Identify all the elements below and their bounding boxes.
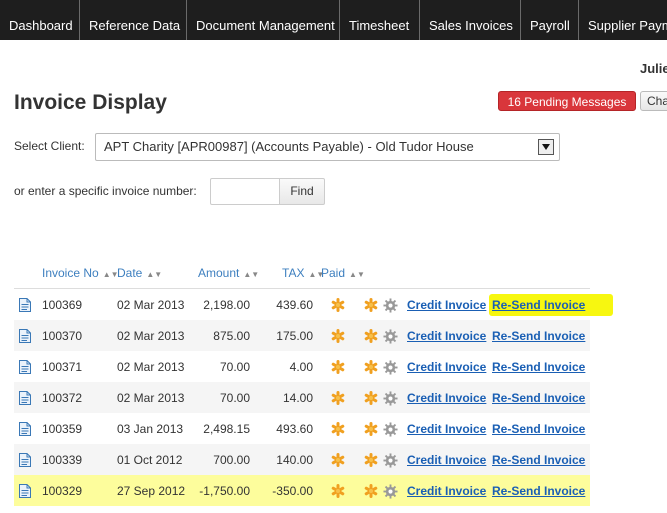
action-asterisk-icon[interactable] — [364, 298, 378, 312]
invoice-tax: 439.60 — [276, 298, 313, 312]
invoice-tax: 4.00 — [289, 360, 313, 374]
credit-invoice-link[interactable]: Credit Invoice — [407, 298, 486, 312]
paid-asterisk-icon[interactable] — [331, 298, 345, 312]
nav-payroll[interactable]: Payroll — [521, 0, 579, 40]
resend-invoice-link[interactable]: Re-Send Invoice — [492, 484, 585, 498]
nav-reference-data[interactable]: Reference Data — [80, 0, 187, 40]
nav-dashboard[interactable]: Dashboard — [0, 0, 80, 40]
credit-invoice-link[interactable]: Credit Invoice — [407, 360, 486, 374]
column-invoice-no[interactable]: Invoice No ▲▼ — [42, 266, 119, 280]
invoice-amount: 700.00 — [213, 453, 250, 467]
invoice-number: 100359 — [42, 422, 83, 436]
invoice-number: 100329 — [42, 484, 83, 498]
invoice-number-label: or enter a specific invoice number: — [14, 184, 197, 198]
invoice-number: 100372 — [42, 391, 83, 405]
page-title: Invoice Display — [14, 91, 167, 114]
resend-invoice-link[interactable]: Re-Send Invoice — [492, 298, 585, 312]
action-asterisk-icon[interactable] — [364, 484, 378, 498]
document-icon[interactable] — [19, 422, 31, 436]
nav-document-management[interactable]: Document Management — [187, 0, 340, 40]
credit-invoice-link[interactable]: Credit Invoice — [407, 329, 486, 343]
client-select[interactable]: APT Charity [APR00987] (Accounts Payable… — [95, 133, 560, 161]
invoice-number: 100370 — [42, 329, 83, 343]
action-asterisk-icon[interactable] — [364, 453, 378, 467]
table-row: 100369 02 Mar 2013 2,198.00 439.60 Credit In… — [14, 289, 590, 320]
select-client-label: Select Client: — [14, 139, 85, 153]
invoice-amount: 2,498.15 — [203, 422, 250, 436]
column-amount[interactable]: Amount ▲▼ — [198, 266, 259, 280]
invoice-date: 01 Oct 2012 — [117, 453, 183, 467]
invoice-amount: -1,750.00 — [199, 484, 250, 498]
nav-timesheet[interactable]: Timesheet — [340, 0, 420, 40]
invoice-number: 100369 — [42, 298, 83, 312]
paid-asterisk-icon[interactable] — [331, 391, 345, 405]
gear-icon[interactable] — [383, 484, 398, 499]
gear-icon[interactable] — [383, 360, 398, 375]
nav-supplier-payments[interactable]: Supplier Paym — [579, 0, 667, 40]
credit-invoice-link[interactable]: Credit Invoice — [407, 484, 486, 498]
document-icon[interactable] — [19, 484, 31, 498]
invoice-tax: 14.00 — [282, 391, 313, 405]
gear-icon[interactable] — [383, 298, 398, 313]
paid-asterisk-icon[interactable] — [331, 329, 345, 343]
find-button[interactable]: Find — [279, 178, 325, 205]
column-tax[interactable]: TAX ▲▼ — [282, 266, 324, 280]
invoice-amount: 2,198.00 — [203, 298, 250, 312]
resend-invoice-link[interactable]: Re-Send Invoice — [492, 453, 585, 467]
invoice-amount: 70.00 — [219, 360, 250, 374]
nav-sales-invoices[interactable]: Sales Invoices — [420, 0, 521, 40]
document-icon[interactable] — [19, 360, 31, 374]
paid-asterisk-icon[interactable] — [331, 360, 345, 374]
credit-invoice-link[interactable]: Credit Invoice — [407, 453, 486, 467]
column-date[interactable]: Date ▲▼ — [117, 266, 162, 280]
invoice-tax: -350.00 — [272, 484, 313, 498]
paid-asterisk-icon[interactable] — [331, 453, 345, 467]
column-paid[interactable]: Paid ▲▼ — [321, 266, 365, 280]
action-asterisk-icon[interactable] — [364, 360, 378, 374]
table-row: 100329 27 Sep 2012 -1,750.00 -350.00 Credit … — [14, 475, 590, 506]
resend-invoice-link[interactable]: Re-Send Invoice — [492, 391, 585, 405]
invoice-number: 100371 — [42, 360, 83, 374]
document-icon[interactable] — [19, 329, 31, 343]
top-nav: Dashboard Reference Data Document Manage… — [0, 0, 667, 40]
invoice-number-input[interactable] — [210, 178, 282, 205]
pending-messages-button[interactable]: 16 Pending Messages — [498, 91, 636, 111]
change-button[interactable]: Cha — [640, 91, 667, 111]
action-asterisk-icon[interactable] — [364, 329, 378, 343]
table-row: 100371 02 Mar 2013 70.00 4.00 Credit Invoice… — [14, 351, 590, 382]
dropdown-arrow-icon[interactable] — [538, 139, 554, 155]
resend-invoice-link[interactable]: Re-Send Invoice — [492, 329, 585, 343]
table-row: 100339 01 Oct 2012 700.00 140.00 Credit Invo… — [14, 444, 590, 475]
table-row: 100370 02 Mar 2013 875.00 175.00 Credit Invo… — [14, 320, 590, 351]
document-icon[interactable] — [19, 453, 31, 467]
document-icon[interactable] — [19, 298, 31, 312]
paid-asterisk-icon[interactable] — [331, 422, 345, 436]
table-header: Invoice No ▲▼ Date ▲▼ Amount ▲▼ TAX ▲▼ Paid ▲… — [0, 265, 667, 289]
invoice-amount: 70.00 — [219, 391, 250, 405]
invoice-amount: 875.00 — [213, 329, 250, 343]
gear-icon[interactable] — [383, 329, 398, 344]
table-row: 100359 03 Jan 2013 2,498.15 493.60 Credit In… — [14, 413, 590, 444]
invoice-number: 100339 — [42, 453, 83, 467]
action-asterisk-icon[interactable] — [364, 422, 378, 436]
document-icon[interactable] — [19, 391, 31, 405]
action-asterisk-icon[interactable] — [364, 391, 378, 405]
table-row: 100372 02 Mar 2013 70.00 14.00 Credit Invoic… — [14, 382, 590, 413]
gear-icon[interactable] — [383, 422, 398, 437]
paid-asterisk-icon[interactable] — [331, 484, 345, 498]
gear-icon[interactable] — [383, 453, 398, 468]
credit-invoice-link[interactable]: Credit Invoice — [407, 422, 486, 436]
gear-icon[interactable] — [383, 391, 398, 406]
user-name: Julie — [640, 61, 667, 76]
invoice-tax: 175.00 — [276, 329, 313, 343]
client-select-value: APT Charity [APR00987] (Accounts Payable… — [104, 139, 474, 154]
resend-invoice-link[interactable]: Re-Send Invoice — [492, 360, 585, 374]
invoice-tax: 140.00 — [276, 453, 313, 467]
invoice-tax: 493.60 — [276, 422, 313, 436]
credit-invoice-link[interactable]: Credit Invoice — [407, 391, 486, 405]
resend-invoice-link[interactable]: Re-Send Invoice — [492, 422, 585, 436]
